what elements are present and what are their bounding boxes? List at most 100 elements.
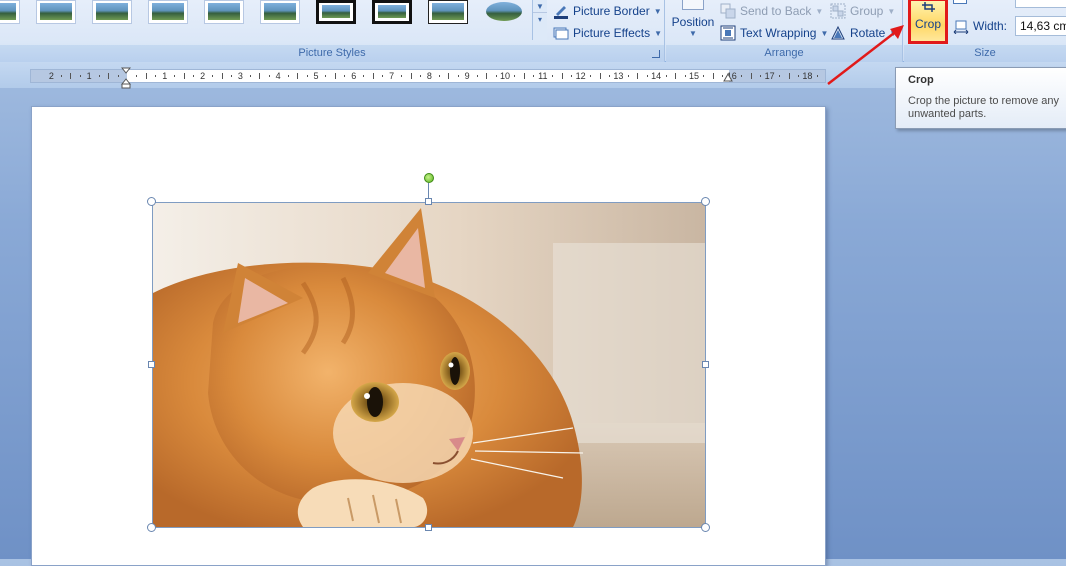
width-input[interactable]: 14,63 cm [1015,16,1066,36]
ruler-tick [268,75,270,77]
width-label: Width: [973,19,1008,33]
ruler-tick [438,75,440,77]
picture-style-thumb[interactable] [0,0,20,24]
picture-effects-label: Picture Effects [573,26,651,40]
chevron-down-icon: ▼ [815,6,824,16]
ruler-tick [334,73,336,79]
send-to-back-icon [720,3,736,19]
rotation-handle[interactable] [424,173,434,183]
picture-style-thumb[interactable] [260,0,300,24]
send-to-back-label: Send to Back [740,4,812,18]
ruler-tick [372,73,374,79]
horizontal-ruler[interactable]: 2 1 1 2 3 4 5 6 7 8 9 10 11 12 13 14 15 16 17 18 [30,69,826,83]
first-line-indent-marker[interactable] [121,67,131,89]
ruler-number: 6 [351,71,357,81]
group-label: Group [850,4,884,18]
ruler-tick [249,75,251,77]
ruler-tick [212,75,214,77]
ruler-tick [608,75,610,77]
ruler-tick [788,73,790,79]
picture-border-icon [553,3,569,19]
resize-handle-bottom[interactable] [425,524,432,531]
width-field-group: Width: [953,16,1007,36]
ruler-number: 4 [275,71,281,81]
ruler-number: 18 [802,71,813,81]
send-to-back-button[interactable]: Send to Back ▼ [720,1,823,21]
picture-styles-group: ▼ ▾ Picture Border ▼ Picture Effects ▼ P… [0,0,665,62]
ruler-number: 7 [389,71,395,81]
ruler-tick [325,75,327,77]
ruler-tick [627,75,629,77]
picture-style-thumb[interactable] [372,0,412,24]
ruler-tick [230,75,232,77]
crop-tooltip: Crop Crop the picture to remove any unwa… [895,67,1066,129]
position-icon [682,0,704,10]
ruler-tick [136,75,138,77]
picture-style-thumb[interactable] [316,0,356,24]
cat-picture[interactable] [152,202,706,528]
ruler-tick [533,75,535,77]
chevron-down-icon: ▼ [653,6,662,16]
picture-style-thumb[interactable] [92,0,132,24]
ruler-tick [779,75,781,77]
ruler-tick [108,73,110,79]
picture-style-thumb[interactable] [204,0,244,24]
ruler-tick [410,73,412,79]
picture-effects-button[interactable]: Picture Effects ▼ [553,23,662,43]
ruler-number: 11 [538,71,548,81]
dialog-launcher-icon[interactable] [652,50,660,58]
size-label: Size [904,45,1066,62]
resize-handle-bottom-right[interactable] [701,523,710,532]
resize-handle-top-right[interactable] [701,197,710,206]
picture-border-label: Picture Border [573,4,650,18]
ruler-tick [797,75,799,77]
ruler-tick [457,75,459,77]
picture-style-thumb[interactable] [148,0,188,24]
ruler-tick [760,75,762,77]
resize-handle-top[interactable] [425,198,432,205]
chevron-down-icon: ▼ [654,28,663,38]
ruler-tick [79,75,81,77]
picture-style-thumb[interactable] [484,0,524,24]
ruler-tick [561,73,563,79]
gallery-scroll[interactable]: ▼ ▾ [532,0,547,40]
ruler-number: 12 [575,71,586,81]
chevron-down-icon: ▼ [887,6,896,16]
position-button[interactable]: Position ▼ [670,0,716,44]
ruler-tick [514,75,516,77]
resize-handle-top-left[interactable] [147,197,156,206]
cat-photo [153,203,705,527]
picture-border-button[interactable]: Picture Border ▼ [553,1,662,21]
ruler-number: 15 [688,71,700,81]
height-input[interactable] [1015,0,1066,8]
resize-handle-left[interactable] [148,361,155,368]
ruler-tick [70,73,72,79]
text-wrapping-button[interactable]: Text Wrapping ▼ [720,23,828,43]
ruler-tick [287,75,289,77]
ruler-tick [306,75,308,77]
ruler-tick [599,73,601,79]
ruler-tick [344,75,346,77]
crop-button[interactable]: Crop [908,0,948,44]
ruler-tick [476,75,478,77]
ruler-number: 1 [162,71,168,81]
width-icon [953,18,969,35]
ruler-tick [363,75,365,77]
resize-handle-right[interactable] [702,361,709,368]
ruler-tick [98,75,100,77]
gallery-more-icon[interactable]: ▼ [533,0,547,13]
ruler-tick [155,75,157,77]
picture-style-thumb[interactable] [428,0,468,24]
resize-handle-bottom-left[interactable] [147,523,156,532]
text-wrapping-label: Text Wrapping [740,26,817,40]
ruler-tick [816,75,818,77]
ruler-tick [703,75,705,77]
ruler-tick [419,75,421,77]
height-icon [953,0,967,4]
right-indent-marker[interactable] [723,73,733,83]
ruler-number: 5 [313,71,319,81]
picture-style-thumb[interactable] [36,0,76,24]
group-button[interactable]: Group ▼ [830,1,895,21]
gallery-expand-icon[interactable]: ▾ [533,13,547,26]
ruler-tick [571,75,573,77]
